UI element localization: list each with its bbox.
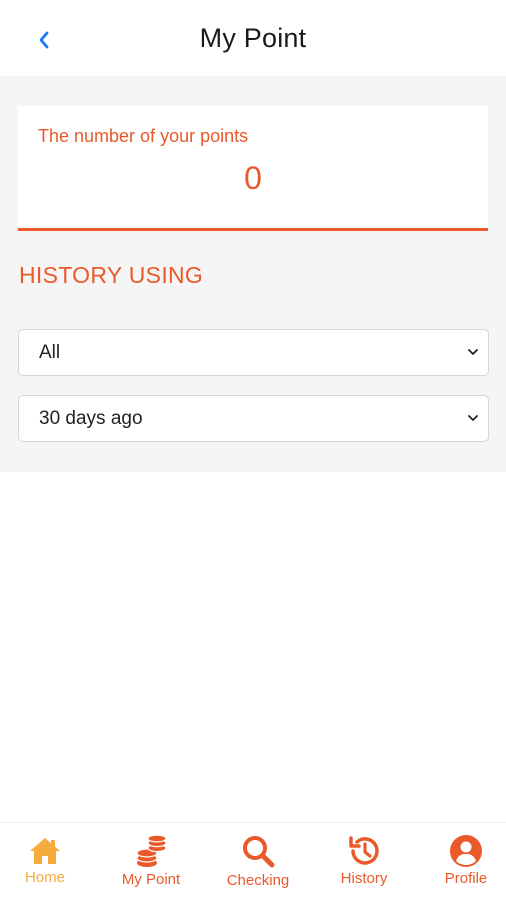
chevron-down-icon xyxy=(468,349,478,355)
coins-icon xyxy=(136,834,167,867)
period-filter-value: 30 days ago xyxy=(39,407,143,429)
points-value: 0 xyxy=(244,160,262,196)
main-content: The number of your points 0 HISTORY USIN… xyxy=(0,76,506,472)
app-header: My Point xyxy=(0,0,506,76)
tab-home[interactable]: Home xyxy=(0,823,95,900)
chevron-left-icon xyxy=(39,31,49,49)
points-label: The number of your points xyxy=(38,126,249,146)
tab-label-profile: Profile xyxy=(444,870,488,887)
tab-history[interactable]: History xyxy=(314,823,414,900)
chevron-down-icon xyxy=(468,415,478,421)
page-title: My Point xyxy=(199,22,307,53)
history-section-title: HISTORY USING xyxy=(19,262,204,288)
tab-profile[interactable]: Profile xyxy=(416,823,506,900)
user-circle-icon xyxy=(450,835,482,867)
tab-label-home: Home xyxy=(24,869,65,886)
tab-label-history: History xyxy=(340,870,388,887)
back-button[interactable] xyxy=(30,26,58,54)
bottom-tab-bar: Home My Point Checking History Profile xyxy=(0,822,506,900)
search-icon xyxy=(243,836,275,868)
points-card: The number of your points 0 xyxy=(18,106,488,231)
home-icon xyxy=(30,838,60,864)
tab-label-my-point: My Point xyxy=(121,871,181,888)
period-filter-select[interactable]: 30 days ago xyxy=(18,395,489,442)
tab-label-checking: Checking xyxy=(226,872,290,889)
type-filter-select[interactable]: All xyxy=(18,329,489,376)
history-icon xyxy=(349,836,379,865)
tab-checking[interactable]: Checking xyxy=(208,823,308,900)
tab-my-point[interactable]: My Point xyxy=(101,823,201,900)
type-filter-value: All xyxy=(39,341,61,363)
